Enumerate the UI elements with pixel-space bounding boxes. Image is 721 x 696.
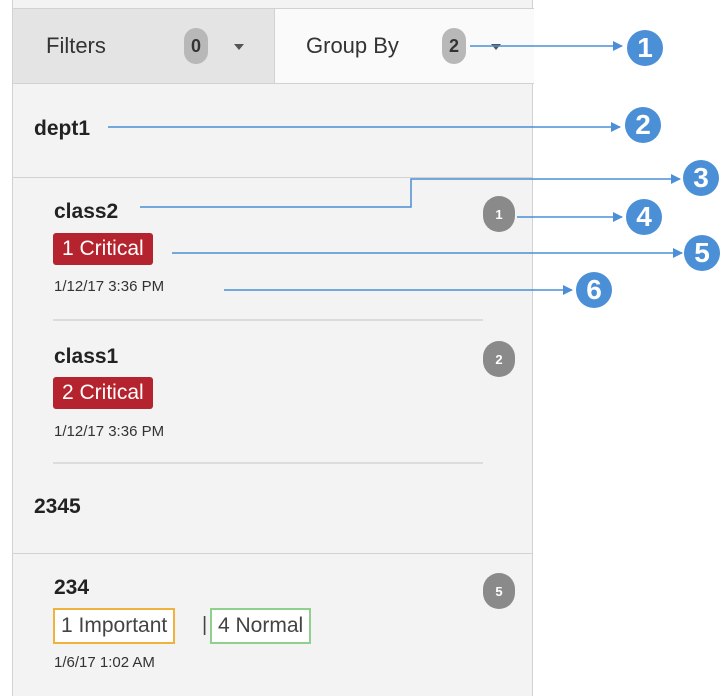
callout-3: 3 — [683, 160, 719, 196]
callout-arrows — [108, 41, 683, 295]
callout-4: 4 — [626, 199, 662, 235]
callout-5: 5 — [684, 235, 720, 271]
callout-arrow-3 — [140, 174, 681, 208]
callout-6: 6 — [576, 272, 612, 308]
callout-1: 1 — [627, 30, 663, 66]
callout-2: 2 — [625, 107, 661, 143]
